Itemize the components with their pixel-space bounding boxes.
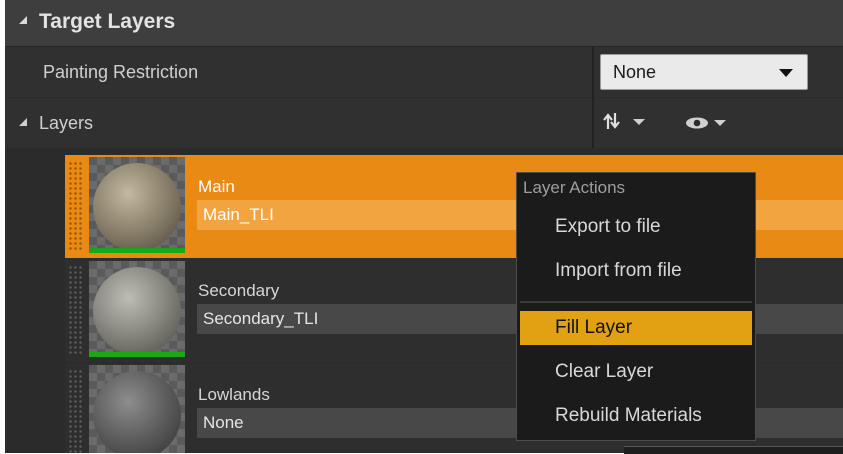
- section-header[interactable]: Target Layers: [5, 0, 843, 47]
- sort-arrows-icon[interactable]: [603, 110, 651, 132]
- menu-title: Layer Actions: [523, 178, 626, 197]
- drag-handle-icon[interactable]: [68, 369, 82, 453]
- layer-name: Secondary: [198, 281, 280, 300]
- chevron-down-icon: [779, 69, 793, 77]
- menu-item-label: Export to file: [555, 216, 661, 237]
- eye-icon[interactable]: [685, 112, 733, 132]
- painting-restriction-dropdown[interactable]: None: [600, 54, 808, 90]
- layers-label: Layers: [39, 113, 94, 133]
- material-sphere-icon: [93, 163, 181, 251]
- menu-item-clear-layer[interactable]: Clear Layer: [520, 355, 752, 389]
- drag-handle-icon[interactable]: [68, 161, 82, 251]
- drag-handle-icon[interactable]: [68, 265, 82, 355]
- collapse-triangle-icon[interactable]: [19, 118, 27, 126]
- layer-thumbnail: [89, 157, 185, 253]
- collapse-triangle-icon[interactable]: [19, 16, 27, 24]
- layer-thumbnail: [89, 261, 185, 357]
- layer-name: Lowlands: [198, 385, 270, 404]
- layer-name: Main: [198, 177, 235, 196]
- menu-separator: [520, 301, 752, 303]
- column-divider: [592, 47, 594, 148]
- layer-info-value: None: [203, 413, 244, 432]
- menu-item-label: Clear Layer: [555, 361, 654, 382]
- layer-usage-bar: [89, 248, 185, 253]
- menu-item-import-from-file[interactable]: Import from file: [520, 254, 752, 288]
- menu-item-label: Import from file: [555, 260, 682, 281]
- menu-item-label: Rebuild Materials: [555, 405, 702, 426]
- material-sphere-icon: [93, 267, 181, 355]
- layer-info-value: Secondary_TLI: [203, 309, 319, 328]
- layer-actions-menu: Layer Actions Export to file Import from…: [516, 172, 756, 441]
- menu-item-fill-layer[interactable]: Fill Layer: [520, 311, 752, 345]
- material-sphere-icon: [93, 371, 181, 453]
- section-title: Target Layers: [39, 10, 176, 33]
- menu-item-rebuild-materials[interactable]: Rebuild Materials: [520, 399, 752, 433]
- menu-item-label: Fill Layer: [555, 317, 633, 338]
- layer-info-value: Main_TLI: [203, 205, 274, 224]
- menu-item-export-to-file[interactable]: Export to file: [520, 210, 752, 244]
- painting-restriction-label: Painting Restriction: [43, 62, 199, 82]
- layer-thumbnail: [89, 365, 185, 453]
- dropdown-value: None: [613, 62, 657, 82]
- layer-usage-bar: [89, 352, 185, 357]
